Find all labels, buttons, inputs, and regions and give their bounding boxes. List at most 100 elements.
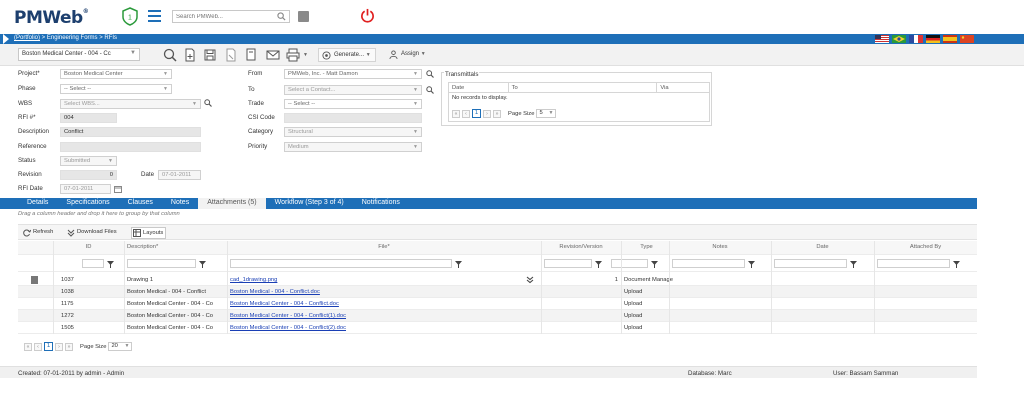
search-input[interactable] — [173, 11, 273, 22]
filter-input-date[interactable] — [774, 259, 847, 268]
last-page-icon[interactable]: » — [65, 342, 73, 351]
filter-input-id[interactable] — [82, 259, 104, 268]
filter-icon[interactable] — [850, 261, 857, 268]
delete-icon[interactable] — [224, 48, 238, 62]
filter-icon[interactable] — [107, 261, 114, 268]
table-row[interactable]: 1505 Boston Medical Center - 004 - Co Bo… — [18, 322, 977, 334]
date-field[interactable]: 07-01-2011 — [158, 170, 201, 180]
from-select[interactable]: PMWeb, Inc. - Matt Damon ▼ — [284, 69, 422, 79]
cell-file-link[interactable]: Boston Medical Center - 004 - Conflict.d… — [227, 298, 517, 310]
brazil-flag-icon[interactable] — [892, 35, 906, 43]
current-page[interactable]: 1 — [472, 109, 481, 118]
pmweb-logo[interactable]: PMWeb® — [14, 8, 89, 28]
cell-file-link[interactable]: Boston Medical - 004 - Conflict.doc — [227, 286, 517, 298]
tab-specifications[interactable]: Specifications — [57, 198, 118, 209]
table-row[interactable]: 1175 Boston Medical Center - 004 - Co Bo… — [18, 298, 977, 310]
first-page-icon[interactable]: « — [24, 342, 32, 351]
last-page-icon[interactable]: » — [493, 109, 501, 118]
tab-details[interactable]: Details — [18, 198, 57, 209]
calculator-icon[interactable] — [298, 11, 309, 22]
table-row[interactable]: 1037 Drawing 1 cad_1drawing.png 1 Docume… — [18, 274, 977, 286]
reference-field[interactable] — [60, 142, 201, 152]
filter-icon[interactable] — [595, 261, 602, 268]
col-type[interactable]: Type — [603, 241, 669, 255]
filter-icon[interactable] — [748, 261, 755, 268]
description-field[interactable]: Conflict — [60, 127, 201, 137]
document-icon[interactable] — [31, 276, 38, 284]
filter-icon[interactable] — [953, 261, 960, 268]
add-document-icon[interactable] — [183, 48, 197, 62]
assign-button[interactable]: Assign ▼ — [386, 48, 430, 62]
table-row[interactable]: 1038 Boston Medical - 004 - Conflict Bos… — [18, 286, 977, 298]
csi-code-field[interactable] — [284, 113, 422, 123]
tab-attachments[interactable]: Attachments (5) — [198, 198, 266, 209]
filter-icon[interactable] — [455, 261, 462, 268]
breadcrumb-portfolio-link[interactable]: (Portfolio) — [14, 35, 40, 41]
next-page-icon[interactable]: › — [55, 342, 63, 351]
shield-badge-icon[interactable]: 1 — [122, 7, 138, 26]
status-select[interactable]: Submitted ▼ — [60, 156, 117, 166]
cell-file-link[interactable]: Boston Medical Center - 004 - Conflict(1… — [227, 310, 517, 322]
col-id[interactable]: ID — [53, 241, 124, 255]
to-search-icon[interactable] — [426, 86, 434, 94]
filter-input-file[interactable] — [230, 259, 452, 268]
current-page[interactable]: 1 — [44, 342, 53, 351]
trade-select[interactable]: -- Select -- ▼ — [284, 99, 422, 109]
filter-input-revision[interactable] — [544, 259, 592, 268]
tab-notifications[interactable]: Notifications — [353, 198, 409, 209]
china-flag-icon[interactable] — [960, 35, 974, 43]
transmittals-col-to[interactable]: To — [509, 83, 658, 92]
transmittals-col-date[interactable]: Date — [449, 83, 509, 92]
phase-select[interactable]: -- Select -- ▼ — [60, 84, 172, 94]
rfi-number-field[interactable]: 004 — [60, 113, 117, 123]
tab-notes[interactable]: Notes — [162, 198, 198, 209]
revision-field[interactable]: 0 — [60, 170, 117, 180]
col-file[interactable]: File* — [227, 241, 541, 255]
power-icon[interactable] — [360, 8, 375, 23]
print-dropdown-icon[interactable]: ▼ — [303, 52, 308, 58]
wbs-search-icon[interactable] — [204, 99, 212, 107]
prev-page-icon[interactable]: ‹ — [462, 109, 470, 118]
filter-input-notes[interactable] — [672, 259, 745, 268]
refresh-button[interactable]: Refresh — [22, 228, 55, 238]
filter-icon[interactable] — [651, 261, 658, 268]
next-page-icon[interactable]: › — [483, 109, 491, 118]
prev-page-icon[interactable]: ‹ — [34, 342, 42, 351]
email-icon[interactable] — [266, 48, 280, 62]
menu-icon[interactable] — [148, 10, 161, 22]
global-search[interactable] — [172, 10, 290, 23]
page-size-select[interactable]: 20 ▼ — [108, 342, 133, 351]
us-flag-icon[interactable] — [875, 35, 889, 43]
search-icon[interactable] — [277, 12, 286, 21]
category-select[interactable]: Structural ▼ — [284, 127, 422, 137]
priority-select[interactable]: Medium ▼ — [284, 142, 422, 152]
print-icon[interactable] — [286, 48, 300, 62]
breadcrumb-arrow-icon[interactable] — [3, 34, 9, 44]
from-search-icon[interactable] — [426, 70, 434, 78]
france-flag-icon[interactable] — [909, 35, 923, 43]
table-row[interactable]: 1272 Boston Medical Center - 004 - Co Bo… — [18, 310, 977, 322]
filter-input-attached-by[interactable] — [877, 259, 950, 268]
col-date[interactable]: Date — [771, 241, 874, 255]
to-select[interactable]: Select a Contact... ▼ — [284, 85, 422, 95]
generate-button[interactable]: Generate... ▼ — [318, 48, 376, 62]
col-attached-by[interactable]: Attached By — [874, 241, 977, 255]
tab-clauses[interactable]: Clauses — [119, 198, 162, 209]
filter-input-description[interactable] — [127, 259, 196, 268]
col-notes[interactable]: Notes — [669, 241, 771, 255]
cell-file-link[interactable]: Boston Medical Center - 004 - Conflict(2… — [227, 322, 517, 334]
search-icon[interactable] — [163, 48, 177, 62]
save-icon[interactable] — [203, 48, 217, 62]
record-select[interactable]: Boston Medical Center - 004 - Cc ▼ — [18, 48, 140, 61]
first-page-icon[interactable]: « — [452, 109, 460, 118]
germany-flag-icon[interactable] — [926, 35, 940, 43]
layouts-button[interactable]: Layouts — [131, 227, 167, 239]
copy-icon[interactable] — [244, 48, 258, 62]
filter-icon[interactable] — [199, 261, 206, 268]
page-size-select[interactable]: 5 ▼ — [536, 109, 557, 118]
transmittals-col-via[interactable]: Via — [657, 83, 709, 92]
col-description[interactable]: Description* — [124, 241, 225, 255]
wbs-select[interactable]: Select WBS... ▼ — [60, 99, 201, 109]
chevron-double-down-icon[interactable] — [526, 276, 534, 284]
tab-workflow[interactable]: Workflow (Step 3 of 4) — [266, 198, 353, 209]
